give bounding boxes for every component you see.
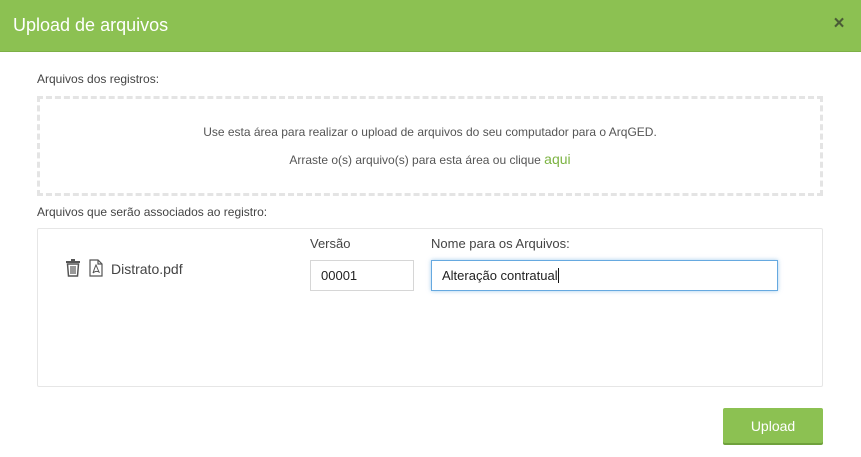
version-input[interactable]: 00001 xyxy=(310,260,414,291)
modal-header: Upload de arquivos × xyxy=(0,0,861,52)
browse-link[interactable]: aqui xyxy=(544,151,570,167)
text-caret xyxy=(557,268,559,283)
files-section-label: Arquivos que serão associados ao registr… xyxy=(37,205,268,219)
files-list: Distrato.pdf Versão Nome para os Arquivo… xyxy=(37,228,823,387)
dropzone-drag-text: Arraste o(s) arquivo(s) para esta área o… xyxy=(40,151,820,167)
trash-icon[interactable] xyxy=(65,259,81,277)
version-header: Versão xyxy=(310,236,351,251)
close-icon[interactable]: × xyxy=(830,14,848,34)
file-name-input[interactable]: Alteração contratual xyxy=(431,260,778,291)
dropzone-drag-prefix: Arraste o(s) arquivo(s) para esta área o… xyxy=(289,153,545,167)
file-name: Distrato.pdf xyxy=(111,261,183,277)
dropzone-instructions: Use esta área para realizar o upload de … xyxy=(203,125,657,139)
upload-button[interactable]: Upload xyxy=(723,408,823,443)
file-dropzone[interactable]: Use esta área para realizar o upload de … xyxy=(37,96,823,196)
name-header: Nome para os Arquivos: xyxy=(431,236,570,251)
pdf-file-icon xyxy=(89,259,103,277)
file-name-input-value: Alteração contratual xyxy=(442,268,558,283)
upload-modal: Upload de arquivos × Arquivos dos regist… xyxy=(0,0,861,457)
modal-title: Upload de arquivos xyxy=(13,15,169,35)
dropzone-section-label: Arquivos dos registros: xyxy=(37,72,160,86)
